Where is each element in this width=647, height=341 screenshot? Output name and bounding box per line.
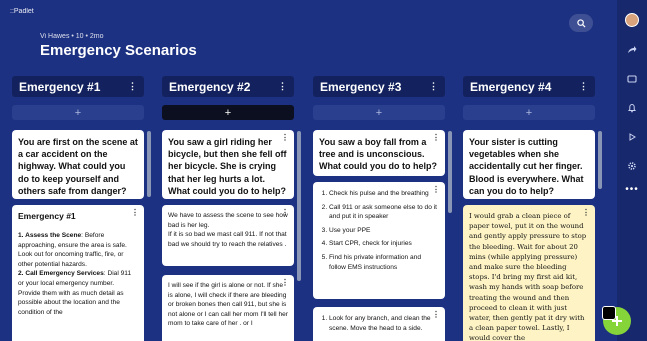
share-button[interactable] [626, 44, 638, 56]
slideshow-button[interactable] [626, 73, 638, 85]
column-emergency-1: Emergency #1 ⋮ + You are first on the sc… [12, 76, 144, 341]
post-text: I will see if the girl is alone or not. … [168, 282, 289, 328]
column-emergency-2: Emergency #2 ⋮ + ⋮ You saw a girl riding… [162, 76, 294, 341]
post-card[interactable]: ⋮ We have to assess the scene to see how… [162, 205, 294, 266]
column-menu-icon[interactable]: ⋮ [278, 81, 287, 92]
post-card[interactable]: ⋮ Check his pulse and the breathing Call… [313, 182, 445, 299]
scrollbar[interactable] [448, 131, 452, 213]
column-menu-icon[interactable]: ⋮ [429, 81, 438, 92]
play-button[interactable] [626, 131, 638, 143]
gear-icon [628, 162, 636, 170]
post-menu-icon[interactable]: ⋮ [432, 133, 440, 142]
column-emergency-4: Emergency #4 ⋮ + Your sister is cutting … [463, 76, 595, 341]
list-item: Call 911 or ask someone else to do it an… [329, 203, 439, 222]
post-text: You saw a girl riding her bicycle, but t… [168, 137, 287, 196]
column-emergency-3: Emergency #3 ⋮ + ⋮ You saw a boy fall fr… [313, 76, 445, 341]
add-post-button[interactable]: + [463, 105, 595, 120]
post-text: We have to assess the scene to see how b… [168, 212, 288, 248]
post-menu-icon[interactable]: ⋮ [131, 208, 139, 217]
list-item: Find his private information and follow … [329, 253, 439, 272]
post-menu-icon[interactable]: ⋮ [432, 185, 440, 194]
list-item: Look for any branch, and clean the scene… [329, 314, 439, 333]
post-heading: Emergency #1 [18, 211, 76, 221]
post-menu-icon[interactable]: ⋮ [281, 278, 289, 287]
add-post-button[interactable]: + [162, 105, 294, 120]
post-card[interactable]: ⋮ Look for any branch, and clean the sce… [313, 307, 445, 341]
add-post-button[interactable]: + [313, 105, 445, 120]
padlet-logo: ::Padlet [10, 8, 34, 15]
post-card[interactable]: You are first on the scene at a car acci… [12, 130, 144, 199]
add-post-fab[interactable] [602, 306, 631, 335]
column-title: Emergency #2 [169, 79, 251, 94]
search-icon [576, 18, 586, 28]
post-bold-label: 2. Call Emergency Services [18, 270, 104, 278]
column-header: Emergency #1 ⋮ [12, 76, 144, 97]
column-menu-icon[interactable]: ⋮ [128, 81, 137, 92]
play-icon [629, 133, 636, 141]
share-icon [628, 46, 637, 53]
scrollbar[interactable] [147, 131, 151, 197]
column-header: Emergency #4 ⋮ [463, 76, 595, 97]
list-item: Check his pulse and the breathing [329, 189, 439, 199]
board-meta: Vi Hawes • 10 • 2mo [40, 33, 104, 40]
post-menu-icon[interactable]: ⋮ [582, 208, 590, 217]
more-menu-icon[interactable]: ••• [625, 185, 639, 195]
post-text: You saw a boy fall from a tree and is un… [319, 137, 437, 172]
column-header: Emergency #3 ⋮ [313, 76, 445, 97]
slideshow-icon [627, 75, 637, 83]
post-menu-icon[interactable]: ⋮ [281, 208, 289, 217]
scrollbar[interactable] [598, 131, 602, 189]
post-text: I would grab a clean piece of paper towe… [469, 212, 587, 341]
column-title: Emergency #1 [19, 79, 101, 94]
post-card[interactable]: ⋮ I will see if the girl is alone or not… [162, 275, 294, 341]
list-item: Start CPR, check for injuries [329, 239, 439, 249]
post-bold-label: 1. Assess the Scene [18, 232, 82, 239]
board-title: Emergency Scenarios [40, 42, 197, 59]
steps-list: Check his pulse and the breathing Call 9… [319, 189, 439, 272]
post-card[interactable]: ⋮ Emergency #1 1. Assess the Scene: Befo… [12, 205, 144, 341]
post-card[interactable]: ⋮ I would grab a clean piece of paper to… [463, 205, 595, 341]
scrollbar[interactable] [297, 131, 301, 281]
column-header: Emergency #2 ⋮ [162, 76, 294, 97]
post-menu-icon[interactable]: ⋮ [432, 310, 440, 319]
post-card[interactable]: ⋮ You saw a boy fall from a tree and is … [313, 130, 445, 176]
search-button[interactable] [569, 14, 593, 32]
column-menu-icon[interactable]: ⋮ [579, 81, 588, 92]
avatar[interactable] [625, 13, 639, 27]
post-card[interactable]: ⋮ You saw a girl riding her bicycle, but… [162, 130, 294, 199]
column-title: Emergency #4 [470, 79, 552, 94]
post-card[interactable]: Your sister is cutting vegetables when s… [463, 130, 595, 199]
bell-icon [627, 103, 637, 113]
post-paragraph: 2. Call Emergency Services: Dial 911 or … [18, 269, 138, 317]
post-text: You are first on the scene at a car acci… [18, 137, 138, 196]
post-menu-icon[interactable]: ⋮ [281, 133, 289, 142]
column-title: Emergency #3 [320, 79, 402, 94]
post-paragraph: 1. Assess the Scene: Before approaching,… [18, 231, 138, 269]
list-item: Use your PPE [329, 226, 439, 236]
settings-button[interactable] [626, 160, 638, 172]
edit-icon [602, 306, 616, 320]
notifications-button[interactable] [626, 102, 638, 114]
right-toolbar: ••• [617, 0, 647, 341]
steps-list: Look for any branch, and clean the scene… [319, 314, 439, 333]
add-post-button[interactable]: + [12, 105, 144, 120]
post-text: Your sister is cutting vegetables when s… [469, 137, 584, 196]
